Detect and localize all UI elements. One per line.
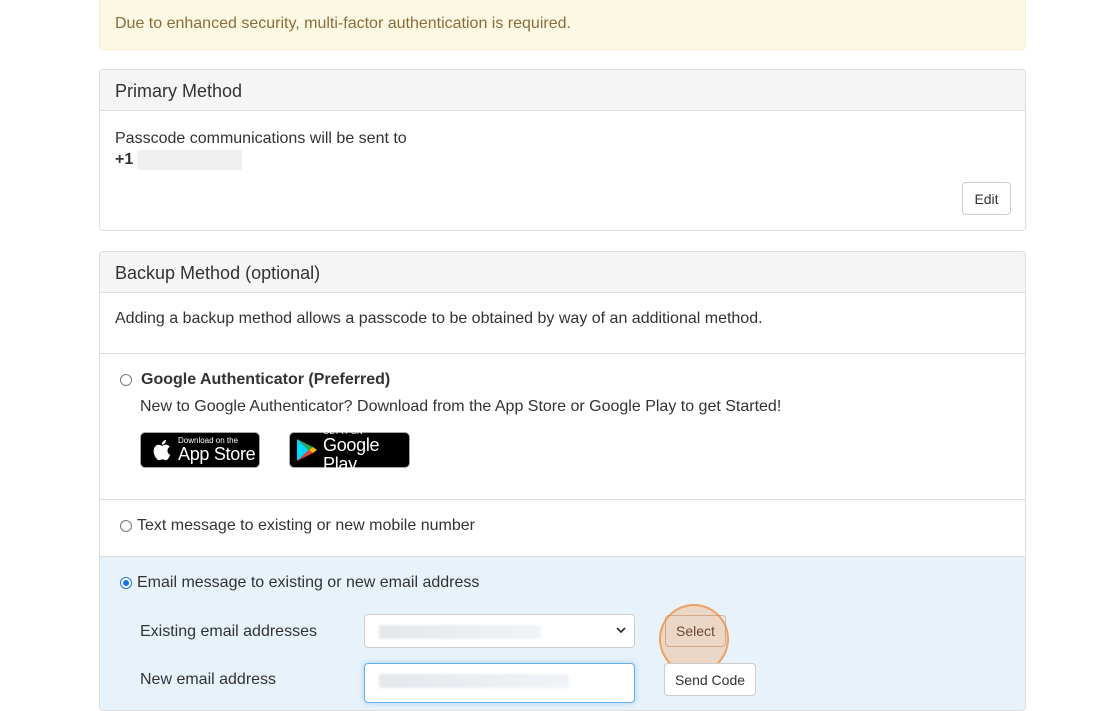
- google-play-big-text: Google Play: [323, 434, 380, 474]
- app-store-text: Download on the App Store: [178, 436, 256, 464]
- option-email-message: Email message to existing or new email a…: [100, 557, 1025, 710]
- redacted-email-value: [379, 625, 541, 639]
- google-play-text: GET IT ON Google Play: [323, 427, 409, 474]
- backup-method-heading: Backup Method (optional): [100, 252, 1025, 293]
- chevron-down-icon: [616, 627, 626, 634]
- backup-method-panel: Backup Method (optional) Adding a backup…: [99, 251, 1026, 711]
- existing-email-label: Existing email addresses: [140, 623, 317, 640]
- app-store-big-text: App Store: [178, 444, 256, 464]
- google-play-icon: [296, 438, 318, 462]
- google-play-badge[interactable]: GET IT ON Google Play: [289, 427, 410, 473]
- text-message-label[interactable]: Text message to existing or new mobile n…: [137, 517, 475, 535]
- email-message-label[interactable]: Email message to existing or new email a…: [137, 574, 479, 592]
- select-button[interactable]: Select: [665, 615, 726, 647]
- backup-intro-text: Adding a backup method allows a passcode…: [100, 293, 1025, 354]
- primary-method-panel: Primary Method Passcode communications w…: [99, 69, 1026, 231]
- primary-phone: +1: [115, 149, 1010, 170]
- google-authenticator-radio[interactable]: [120, 374, 132, 386]
- passcode-sent-to-text: Passcode communications will be sent to: [115, 130, 407, 147]
- text-message-radio[interactable]: [120, 520, 132, 532]
- app-store-badge[interactable]: Download on the App Store: [140, 432, 260, 468]
- new-email-input[interactable]: [364, 663, 635, 703]
- redacted-phone-number: [137, 149, 243, 170]
- phone-prefix: +1: [115, 151, 134, 168]
- edit-button[interactable]: Edit: [962, 182, 1011, 215]
- option-text-message: Text message to existing or new mobile n…: [100, 500, 1025, 557]
- primary-method-heading: Primary Method: [100, 70, 1025, 111]
- send-code-button[interactable]: Send Code: [664, 663, 756, 696]
- option-google-authenticator: Google Authenticator (Preferred) New to …: [100, 354, 1025, 500]
- email-message-radio[interactable]: [120, 577, 132, 589]
- google-authenticator-description: New to Google Authenticator? Download fr…: [140, 398, 782, 415]
- redacted-new-email-value: [379, 674, 569, 688]
- primary-method-body: Passcode communications will be sent to …: [100, 111, 1025, 187]
- mfa-alert: Due to enhanced security, multi-factor a…: [99, 0, 1026, 50]
- alert-text: Due to enhanced security, multi-factor a…: [115, 15, 571, 32]
- new-email-label: New email address: [140, 671, 277, 688]
- google-authenticator-label[interactable]: Google Authenticator (Preferred): [141, 371, 390, 389]
- existing-email-select[interactable]: [364, 614, 635, 648]
- apple-icon: [149, 438, 173, 462]
